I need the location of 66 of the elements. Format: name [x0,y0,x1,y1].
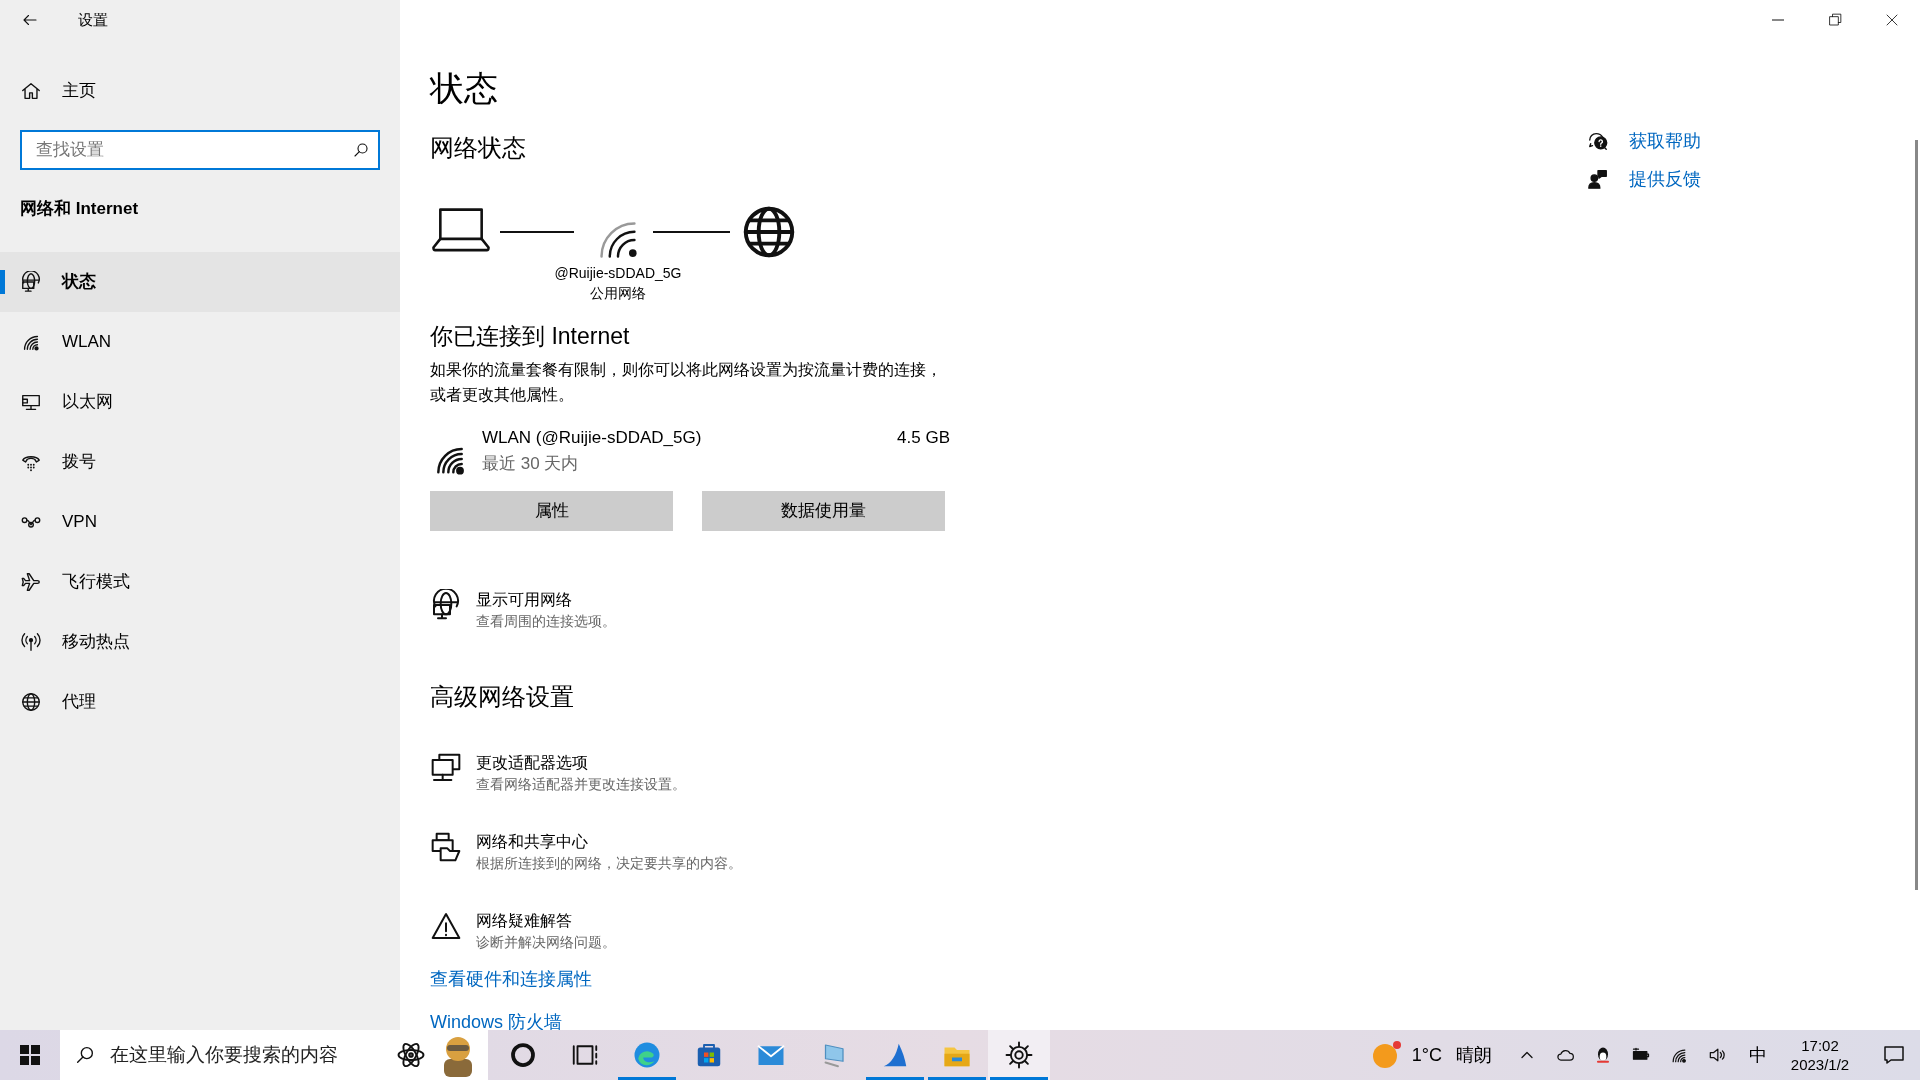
data-usage-button[interactable]: 数据使用量 [702,491,945,531]
home-nav-item[interactable]: 主页 [0,66,400,116]
antenna-icon [20,630,42,653]
globe-icon [20,270,42,293]
nav-item[interactable]: 拨号 [0,431,400,492]
option-title[interactable]: 更改适配器选项 [476,752,686,774]
weather-icon [1371,1040,1402,1070]
warning-icon [430,910,462,942]
option-title[interactable]: 网络疑难解答 [476,910,616,932]
windows-logo-icon [20,1045,40,1065]
network-type: 公用网络 [589,284,647,303]
page-title: 状态 [430,68,498,109]
nav-item[interactable]: 状态 [0,251,400,312]
nav-item[interactable]: 移动热点 [0,611,400,672]
globe-icon [430,589,462,621]
nav-item[interactable]: 代理 [0,671,400,732]
data-amount: 4.5 GB [897,427,950,449]
option-title[interactable]: 显示可用网络 [476,589,616,611]
settings-taskbar-button[interactable] [988,1030,1050,1080]
nav-item[interactable]: VPN [0,491,400,552]
help-link[interactable]: 提供反馈 [1629,165,1701,193]
minimize-icon [1771,19,1784,21]
option-description: 查看网络适配器并更改连接设置。 [476,775,686,794]
link[interactable]: 查看硬件和连接属性 [430,966,592,993]
home-icon [20,80,42,102]
search-box[interactable]: 查找设置 [20,130,380,170]
search-icon [352,141,370,159]
airplane-icon [20,570,42,593]
globe-icon [20,690,42,713]
browser-icon [632,1040,662,1070]
help-icon [1587,130,1609,152]
atom-icon [396,1040,426,1070]
usage-period: 最近 30 天内 [482,453,580,475]
scrollbar[interactable] [1915,140,1918,890]
printer-icon [430,831,462,863]
clock-button[interactable]: 17:02 2023/1/2 [1778,1030,1862,1080]
section-heading: 网络状态 [430,133,526,163]
notification-icon [1882,1043,1906,1067]
section-title: 网络和 Internet [20,198,139,220]
properties-button[interactable]: 属性 [430,491,673,531]
option-description: 根据所连接到的网络，决定要共享的内容。 [476,854,742,873]
search-icon [74,1044,96,1066]
connection-description: 如果你的流量套餐有限制，则你可以将此网络设置为按流量计费的连接，或者更改其他属性。 [430,360,943,405]
link[interactable]: Windows 防火墙 [430,1009,563,1030]
option-description: 查看周围的连接选项。 [476,612,616,631]
temperature: 1°C [1411,1043,1442,1067]
option-title[interactable]: 网络和共享中心 [476,831,742,853]
weather-condition: 晴朗 [1456,1043,1492,1067]
monitors-icon [430,752,462,784]
nav-item[interactable]: WLAN [0,311,400,372]
window-title: 设置 [78,9,108,30]
input-method-button[interactable]: 中 [1738,1030,1778,1080]
network-name: @Ruijie-sDDAD_5G [553,264,683,283]
circle-icon [508,1040,538,1070]
search-field[interactable]: 查找设置 [34,132,352,168]
nav-item[interactable]: 飞行模式 [0,551,400,612]
section-heading: 高级网络设置 [430,682,574,712]
nav-item[interactable]: 以太网 [0,371,400,432]
taskbar-search-field[interactable]: 在这里输入你要搜索的内容 [108,1030,384,1080]
option-description: 诊断并解决网络问题。 [476,933,616,952]
gear-icon [1004,1040,1034,1070]
feedback-icon [1587,168,1609,190]
taskbar-search-box[interactable]: 在这里输入你要搜索的内容 [60,1030,488,1080]
connection-name: WLAN (@Ruijie-sDDAD_5G) [482,427,703,449]
connection-heading: 你已连接到 Internet [430,322,630,351]
help-link[interactable]: 获取帮助 [1629,127,1701,155]
